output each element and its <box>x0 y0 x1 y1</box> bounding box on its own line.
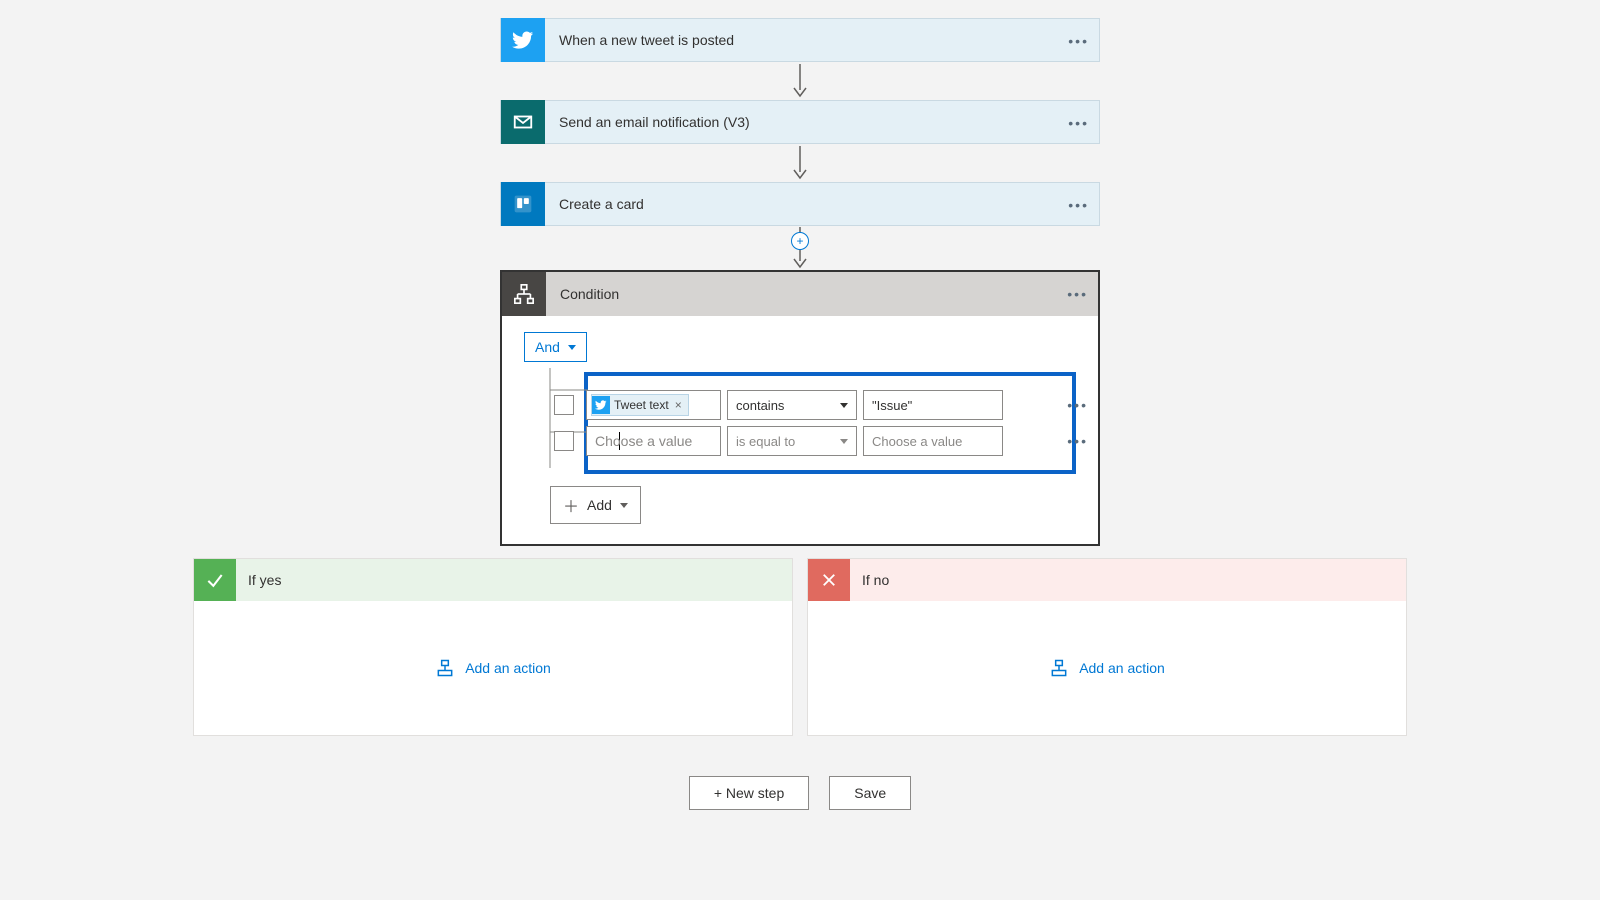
step-menu-button[interactable]: ••• <box>1068 101 1089 145</box>
add-action-icon <box>435 658 455 678</box>
operator-label: contains <box>736 398 784 413</box>
check-icon <box>194 559 236 601</box>
action-trello-step[interactable]: Create a card ••• <box>500 182 1100 226</box>
add-action-button[interactable]: Add an action <box>435 658 551 678</box>
branch-header-yes[interactable]: If yes <box>194 559 792 601</box>
plus-icon: ＋ <box>563 493 579 517</box>
operator-select[interactable]: is equal to <box>727 426 857 456</box>
step-menu-button[interactable]: ••• <box>1068 19 1089 63</box>
condition-row: Choose a value is equal to Choose a valu… <box>596 426 1064 456</box>
branch-title: If yes <box>236 572 281 588</box>
token-label: Tweet text <box>614 398 669 412</box>
condition-branches: If yes Add an action If no Add an action <box>193 558 1407 736</box>
if-no-branch: If no Add an action <box>807 558 1407 736</box>
twitter-icon <box>501 18 545 62</box>
step-title: When a new tweet is posted <box>545 32 734 48</box>
save-button[interactable]: Save <box>829 776 911 810</box>
group-operator-label: And <box>535 339 560 355</box>
if-yes-branch: If yes Add an action <box>193 558 793 736</box>
flow-canvas: When a new tweet is posted ••• Send an e… <box>0 0 1600 810</box>
row-checkbox[interactable] <box>554 395 574 415</box>
tree-connector <box>540 368 588 468</box>
step-title: Send an email notification (V3) <box>545 114 750 130</box>
chevron-down-icon <box>620 503 628 508</box>
condition-header[interactable]: Condition ••• <box>502 272 1098 316</box>
connector-arrow <box>500 144 1100 182</box>
group-operator-select[interactable]: And <box>524 332 587 362</box>
condition-title: Condition <box>546 286 619 302</box>
row-checkbox[interactable] <box>554 431 574 451</box>
row-menu-button[interactable]: ••• <box>1065 397 1090 413</box>
connector-arrow-with-add: + <box>500 226 1100 270</box>
row-menu-button[interactable]: ••• <box>1065 433 1090 449</box>
add-label: Add <box>587 497 612 513</box>
chevron-down-icon <box>840 403 848 408</box>
footer-actions: + New step Save <box>689 776 911 810</box>
add-action-label: Add an action <box>465 660 551 676</box>
add-condition-button[interactable]: ＋ Add <box>550 486 641 524</box>
condition-rows-highlight: Tweet text × contains "Issue" ••• <box>584 372 1076 474</box>
value-placeholder: Choose a value <box>872 434 962 449</box>
chevron-down-icon <box>568 345 576 350</box>
add-action-label: Add an action <box>1079 660 1165 676</box>
placeholder-text: Choose a value <box>595 433 692 449</box>
connector-arrow <box>500 62 1100 100</box>
remove-token-button[interactable]: × <box>673 398 684 412</box>
operator-select[interactable]: contains <box>727 390 857 420</box>
add-action-button[interactable]: Add an action <box>1049 658 1165 678</box>
branch-header-no[interactable]: If no <box>808 559 1406 601</box>
right-operand-input[interactable]: Choose a value <box>863 426 1003 456</box>
left-operand-input[interactable]: Tweet text × <box>586 390 721 420</box>
close-icon <box>808 559 850 601</box>
condition-body: And Tweet <box>502 316 1098 544</box>
twitter-icon <box>592 396 610 414</box>
dynamic-token-tweet-text[interactable]: Tweet text × <box>591 394 689 416</box>
step-menu-button[interactable]: ••• <box>1067 272 1088 316</box>
condition-icon <box>502 272 546 316</box>
trello-icon <box>501 182 545 226</box>
insert-step-button[interactable]: + <box>791 232 809 250</box>
new-step-button[interactable]: + New step <box>689 776 809 810</box>
step-menu-button[interactable]: ••• <box>1068 183 1089 227</box>
right-operand-input[interactable]: "Issue" <box>863 390 1003 420</box>
chevron-down-icon <box>840 439 848 444</box>
left-operand-input[interactable]: Choose a value <box>586 426 721 456</box>
add-action-icon <box>1049 658 1069 678</box>
step-title: Create a card <box>545 196 644 212</box>
mail-icon <box>501 100 545 144</box>
condition-card: Condition ••• And <box>500 270 1100 546</box>
branch-title: If no <box>850 572 889 588</box>
operator-placeholder: is equal to <box>736 434 795 449</box>
value-text: "Issue" <box>872 398 912 413</box>
condition-row: Tweet text × contains "Issue" ••• <box>596 390 1064 420</box>
action-email-step[interactable]: Send an email notification (V3) ••• <box>500 100 1100 144</box>
trigger-twitter-step[interactable]: When a new tweet is posted ••• <box>500 18 1100 62</box>
